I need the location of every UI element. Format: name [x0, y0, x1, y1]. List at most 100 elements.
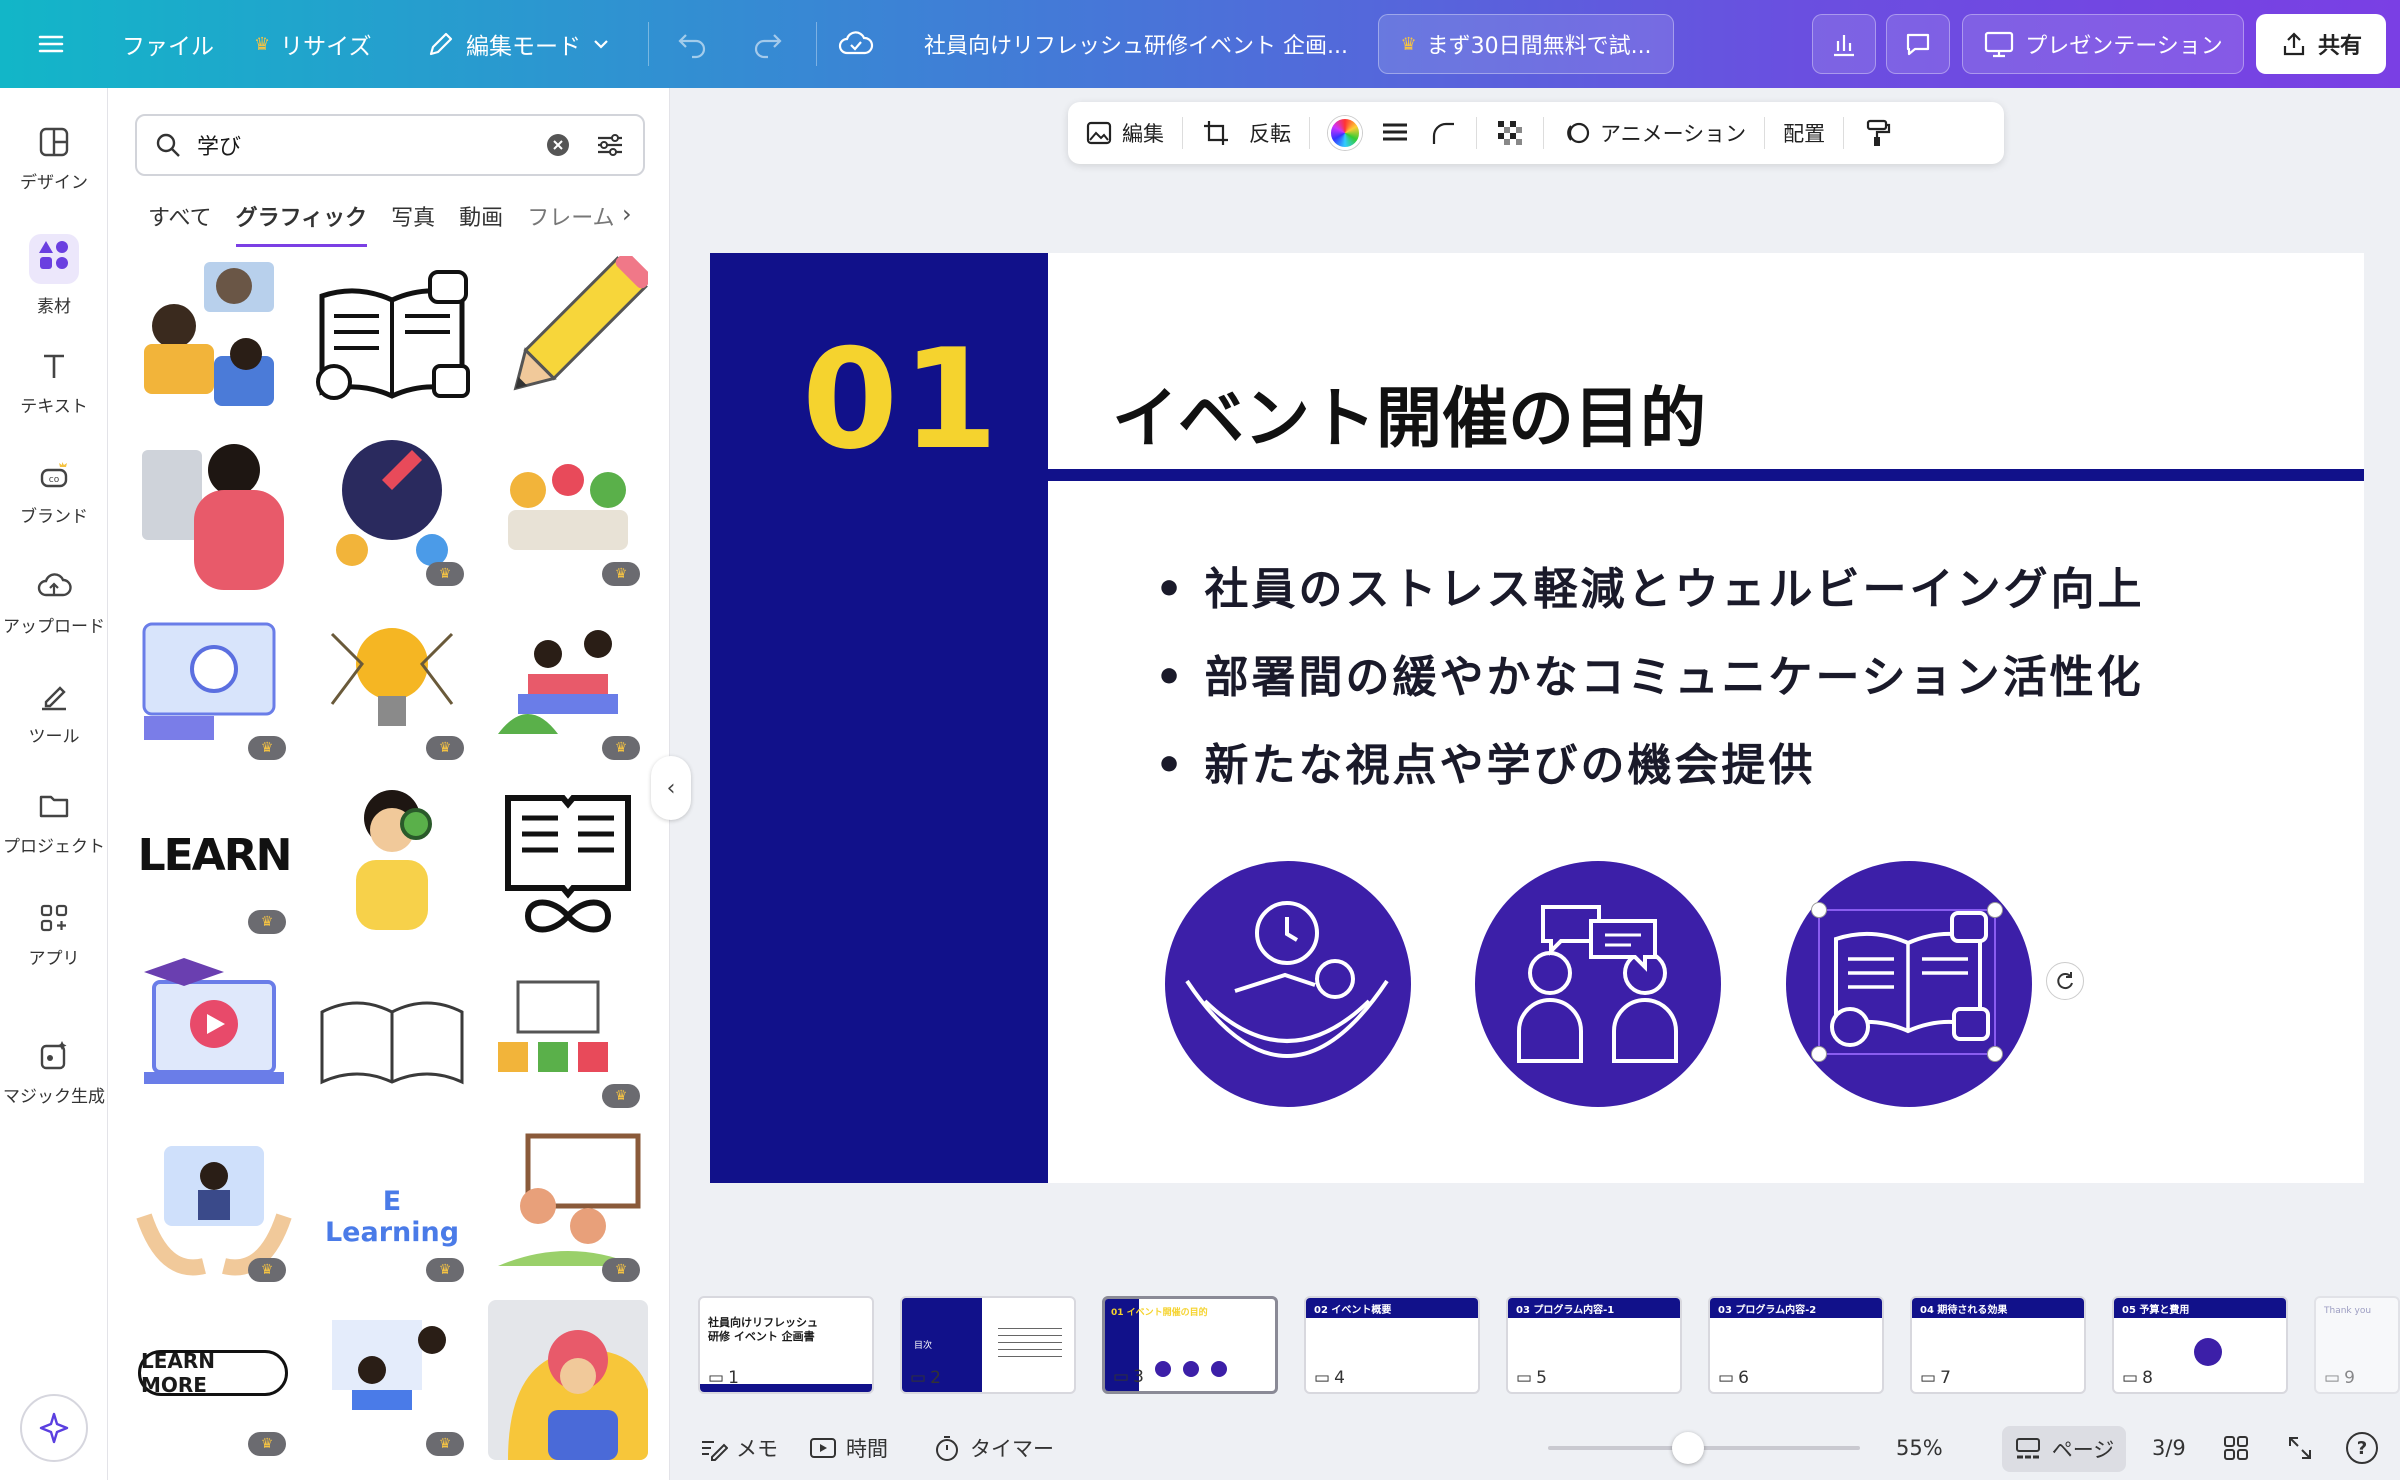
cloud-save-status[interactable] — [838, 0, 874, 88]
zoom-level[interactable]: 55% — [1896, 1436, 1943, 1460]
resize-handle[interactable] — [1811, 1046, 1827, 1062]
graphic-learn-text[interactable]: LEARN ♛ — [134, 778, 294, 938]
main-menu-button[interactable] — [36, 0, 66, 88]
tab-videos[interactable]: 動画 — [459, 200, 503, 247]
edit-image-button[interactable]: 編集 — [1084, 118, 1164, 148]
page-thumbnail-4[interactable]: 02 イベント概要 ▭ 4 — [1304, 1296, 1480, 1394]
bullet-item[interactable]: • 新たな視点や学びの機会提供 — [1155, 729, 1815, 793]
clear-icon[interactable] — [545, 132, 571, 158]
resize-handle[interactable] — [1987, 1046, 2003, 1062]
crop-icon[interactable] — [1201, 118, 1231, 148]
sidebar-item-tools[interactable]: ツール — [0, 678, 108, 747]
graphic-open-book-sketch[interactable] — [312, 952, 472, 1112]
graphic-elearning-text[interactable]: E Learning ♛ — [312, 1126, 472, 1286]
sidebar-item-upload[interactable]: アップロード — [0, 568, 108, 637]
color-picker-icon[interactable] — [1328, 116, 1362, 150]
tab-photos[interactable]: 写真 — [391, 200, 435, 247]
crown-icon: ♛ — [1400, 33, 1417, 55]
page-thumbnail-6[interactable]: 03 プログラム内容-2 ▭ 6 — [1708, 1296, 1884, 1394]
sidebar-item-projects[interactable]: プロジェクト — [0, 788, 108, 857]
page-counter[interactable]: 3/9 — [2152, 1436, 2186, 1460]
edit-mode-dropdown[interactable]: 編集モード — [426, 0, 611, 88]
paint-format-icon[interactable] — [1862, 118, 1892, 148]
present-button[interactable]: プレゼンテーション — [1962, 14, 2244, 74]
grid-view-icon[interactable] — [2222, 1434, 2250, 1462]
filter-icon[interactable] — [593, 128, 627, 162]
graphic-girl-reading[interactable] — [134, 430, 294, 590]
flip-button[interactable]: 反転 — [1249, 118, 1291, 148]
tab-graphics[interactable]: グラフィック — [235, 200, 368, 247]
bullet-item[interactable]: • 社員のストレス軽減とウェルビーイング向上 — [1155, 553, 2144, 617]
timer-button[interactable]: タイマー — [932, 1433, 1054, 1463]
graphic-magnifier-boy[interactable] — [312, 778, 472, 938]
page-thumbnail-9[interactable]: Thank you ▭ 9 — [2314, 1296, 2400, 1394]
resize-handle[interactable] — [1987, 902, 2003, 918]
relax-hammock-circle[interactable] — [1165, 861, 1411, 1107]
graphic-kids-study[interactable]: ♛ — [488, 430, 648, 590]
tab-all[interactable]: すべて — [148, 200, 212, 247]
graphic-online-learning-screen[interactable]: ♛ — [134, 604, 294, 764]
page-thumbnail-7[interactable]: 04 期待される効果 ▭ 7 — [1910, 1296, 2086, 1394]
border-style-icon[interactable] — [1380, 118, 1410, 148]
tab-frames[interactable]: フレーム — [527, 200, 614, 247]
sidebar-item-elements[interactable]: 素材 — [0, 234, 108, 317]
undo-button[interactable] — [676, 0, 710, 88]
graphic-pencil[interactable] — [488, 252, 652, 416]
notes-button[interactable]: メモ — [698, 1433, 778, 1463]
sidebar-item-brand[interactable]: co ブランド — [0, 458, 108, 527]
graphic-learn-more-button[interactable]: LEARN MORE ♛ — [134, 1300, 294, 1460]
bullet-item[interactable]: • 部署間の緩やかなコミュニケーション活性化 — [1155, 641, 2144, 705]
collapse-panel-button[interactable]: ‹ — [651, 756, 691, 820]
graphic-book-infinity[interactable] — [488, 778, 648, 938]
resize-handle[interactable] — [1811, 902, 1827, 918]
slide-canvas[interactable]: 01 イベント開催の目的 • 社員のストレス軽減とウェルビーイング向上 • 部署… — [710, 253, 2364, 1183]
position-button[interactable]: 配置 — [1783, 118, 1825, 148]
zoom-slider-thumb[interactable] — [1672, 1432, 1704, 1464]
zoom-slider[interactable] — [1548, 1432, 1860, 1464]
page-view-button[interactable]: ページ — [2002, 1426, 2126, 1472]
file-menu[interactable]: ファイル — [122, 0, 214, 88]
search-input[interactable]: 学び — [197, 129, 545, 161]
comment-button[interactable] — [1886, 14, 1950, 74]
transparency-icon[interactable] — [1495, 118, 1525, 148]
page-thumbnail-2[interactable]: 目次 ▭ 2 — [900, 1296, 1076, 1394]
graphic-study-people[interactable] — [134, 256, 294, 416]
graphic-online-teacher[interactable]: ♛ — [312, 1300, 472, 1460]
resize-button[interactable]: ♛ リサイズ — [254, 0, 371, 88]
selection-box[interactable] — [1811, 902, 2003, 1062]
graphic-laptop-graduation[interactable] — [134, 952, 294, 1112]
premium-crown-badge: ♛ — [602, 1258, 640, 1282]
help-button[interactable]: ? — [2346, 1432, 2378, 1464]
corner-rounding-icon[interactable] — [1428, 118, 1458, 148]
slide-title[interactable]: イベント開催の目的 — [1112, 365, 1706, 461]
sidebar-item-apps[interactable]: アプリ — [0, 900, 108, 969]
fullscreen-icon[interactable] — [2286, 1434, 2314, 1462]
section-number[interactable]: 01 — [802, 319, 1002, 480]
graphic-curly-hair-girl[interactable] — [488, 1300, 648, 1460]
tabs-next-chevron-icon[interactable]: › — [622, 200, 632, 228]
sidebar-item-text[interactable]: テキスト — [0, 348, 108, 417]
sidebar-item-magic[interactable]: マジック生成 — [0, 1038, 108, 1107]
graphic-kids-blackboard[interactable]: ♛ — [488, 1126, 648, 1286]
graphic-phone-video-class[interactable]: ♛ — [134, 1126, 294, 1286]
rotate-handle[interactable] — [2046, 962, 2084, 1000]
communication-circle[interactable] — [1475, 861, 1721, 1107]
graphic-lightbulb-network[interactable]: ♛ — [312, 604, 472, 764]
page-thumbnail-3[interactable]: 01 イベント開催の目的 ▭ 3 — [1102, 1296, 1278, 1394]
magic-assistant-button[interactable] — [20, 1394, 88, 1462]
graphic-space-kids[interactable]: ♛ — [312, 430, 472, 590]
page-thumbnail-5[interactable]: 03 プログラム内容-1 ▭ 5 — [1506, 1296, 1682, 1394]
redo-button[interactable] — [750, 0, 784, 88]
graphic-people-books[interactable]: ♛ — [488, 604, 648, 764]
graphic-school-supplies[interactable]: ♛ — [488, 952, 648, 1112]
graphic-book-icons[interactable] — [312, 256, 472, 416]
page-thumbnail-8[interactable]: 05 予算と費用 ▭ 8 — [2112, 1296, 2288, 1394]
free-trial-button[interactable]: ♛ まず30日間無料で試... — [1378, 14, 1674, 74]
share-button[interactable]: 共有 — [2256, 14, 2386, 74]
page-thumbnail-1[interactable]: 社員向けリフレッシュ研修 イベント 企画書 ▭ 1 — [698, 1296, 874, 1394]
insights-button[interactable] — [1812, 14, 1876, 74]
timing-button[interactable]: 時間 — [808, 1433, 888, 1463]
animation-button[interactable]: アニメーション — [1562, 118, 1746, 148]
document-title[interactable]: 社員向けリフレッシュ研修イベント 企画... — [924, 0, 1348, 88]
sidebar-item-design[interactable]: デザイン — [0, 124, 108, 193]
